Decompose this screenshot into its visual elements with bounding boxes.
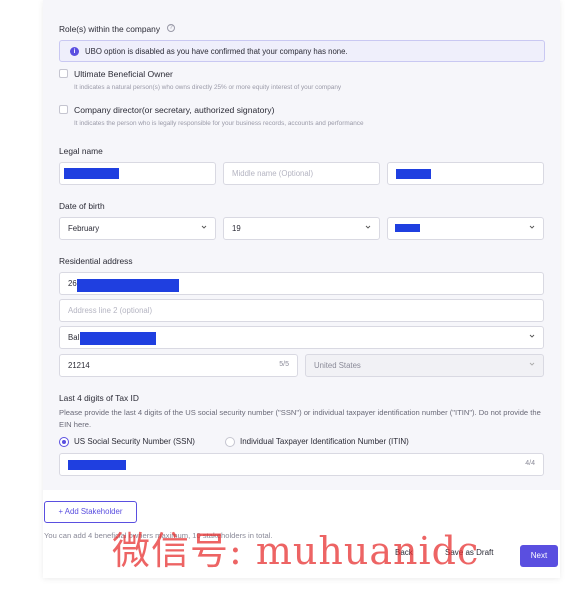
- next-button[interactable]: Next: [520, 545, 558, 567]
- redacted-tax-id: [68, 460, 126, 470]
- roles-title: Role(s) within the company: [59, 24, 161, 34]
- itin-label: Individual Taxpayer Identification Numbe…: [240, 437, 409, 446]
- address-title: Residential address: [59, 256, 133, 266]
- redacted-year: [395, 224, 420, 232]
- chevron-down-icon: [201, 225, 207, 229]
- ubo-checkbox[interactable]: [59, 69, 68, 78]
- dob-year-select[interactable]: [387, 217, 544, 240]
- last-name-input[interactable]: [387, 162, 544, 185]
- tax-id-input[interactable]: 4/4: [59, 453, 544, 476]
- city-select[interactable]: Bal: [59, 326, 544, 349]
- middle-name-input[interactable]: Middle name (Optional): [223, 162, 380, 185]
- dob-day-value: 19: [232, 224, 241, 233]
- tax-id-counter: 4/4: [525, 460, 535, 467]
- dob-title: Date of birth: [59, 201, 105, 211]
- chevron-down-icon: [529, 225, 535, 229]
- dob-day-select[interactable]: 19: [223, 217, 380, 240]
- redacted-city: [80, 332, 156, 345]
- info-icon: i: [70, 47, 79, 56]
- dob-month-select[interactable]: February: [59, 217, 216, 240]
- director-checkbox[interactable]: [59, 105, 68, 114]
- zip-input[interactable]: 21214 5/5: [59, 354, 298, 377]
- dob-month-value: February: [68, 224, 100, 233]
- ubo-label: Ultimate Beneficial Owner: [74, 69, 173, 79]
- zip-value: 21214: [68, 361, 90, 370]
- page: Role(s) within the company ? i UBO optio…: [0, 0, 585, 589]
- address-line2-placeholder: Address line 2 (optional): [68, 306, 153, 315]
- address-line1-input[interactable]: 26: [59, 272, 544, 295]
- help-icon[interactable]: ?: [167, 24, 175, 32]
- director-hint: It indicates the person who is legally r…: [74, 120, 364, 127]
- middle-name-placeholder: Middle name (Optional): [232, 169, 314, 178]
- country-select: United States: [305, 354, 544, 377]
- address-line1-prefix: 26: [68, 279, 77, 288]
- info-banner: i UBO option is disabled as you have con…: [59, 40, 545, 62]
- tax-title: Last 4 digits of Tax ID: [59, 393, 139, 403]
- country-value: United States: [314, 361, 361, 370]
- first-name-input[interactable]: [59, 162, 216, 185]
- ssn-label: US Social Security Number (SSN): [74, 437, 195, 446]
- redacted-first-name: [64, 168, 119, 179]
- watermark: 微信号: muhuanidc: [112, 529, 480, 573]
- zip-counter: 5/5: [279, 361, 289, 368]
- tax-description: Please provide the last 4 digits of the …: [59, 408, 541, 429]
- chevron-down-icon: [529, 334, 535, 338]
- legal-name-title: Legal name: [59, 146, 103, 156]
- itin-radio[interactable]: [225, 437, 235, 447]
- ubo-hint: It indicates a natural person(s) who own…: [74, 84, 342, 91]
- info-banner-text: UBO option is disabled as you have confi…: [85, 47, 348, 56]
- director-label: Company director(or secretary, authorize…: [74, 105, 275, 115]
- redacted-last-name: [396, 169, 431, 179]
- address-line2-input[interactable]: Address line 2 (optional): [59, 299, 544, 322]
- ssn-radio[interactable]: [59, 437, 69, 447]
- chevron-down-icon: [529, 362, 535, 366]
- city-prefix: Bal: [68, 333, 80, 342]
- chevron-down-icon: [365, 225, 371, 229]
- redacted-address: [77, 279, 179, 292]
